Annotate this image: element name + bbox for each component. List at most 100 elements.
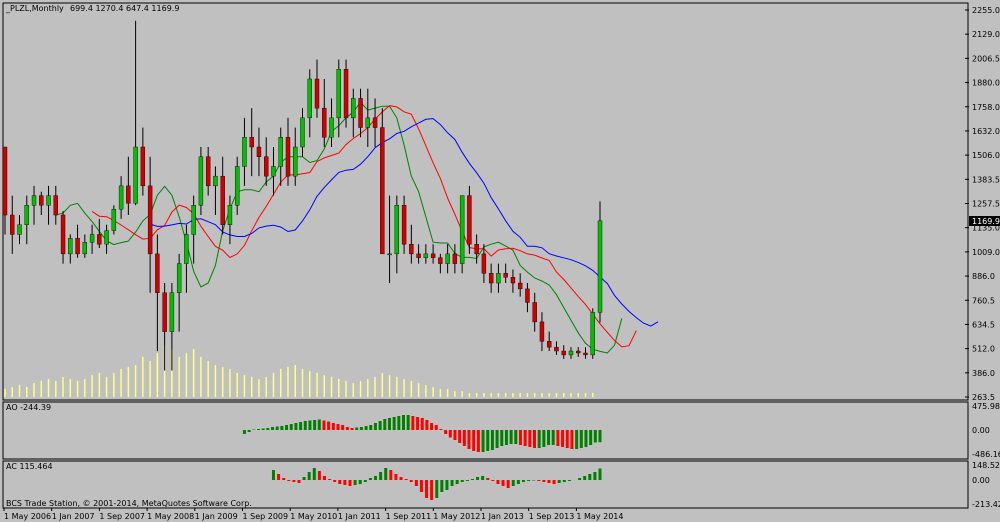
- ac-tick-label: 148.528: [972, 461, 1000, 470]
- candle-body: [445, 253, 450, 264]
- candle-body: [285, 137, 291, 177]
- candle-body: [278, 137, 283, 167]
- candle-body: [503, 273, 508, 278]
- candle-body: [118, 185, 124, 210]
- candle-body: [387, 253, 392, 256]
- candle-body: [155, 253, 160, 293]
- time-tick-label: 1 Jan 2011: [338, 512, 381, 521]
- candle-body: [300, 117, 305, 148]
- chart-canvas[interactable]: 2255.0 2129.0 2006.5 1880.0 1758.0 1632.0 1506…: [0, 0, 1000, 522]
- candle-body: [517, 282, 523, 290]
- candle-body: [532, 302, 537, 323]
- candle-body: [351, 98, 356, 119]
- candle-body: [184, 234, 189, 264]
- candle-body: [423, 253, 429, 258]
- candle-body: [140, 146, 146, 187]
- candle-body: [459, 195, 465, 264]
- candle-body: [205, 156, 211, 187]
- candle-body: [31, 195, 37, 206]
- ao-tick-label: 475.98: [972, 402, 1000, 411]
- candle-body: [133, 146, 138, 204]
- price-tick-label: 634.5: [972, 320, 995, 329]
- candle-body: [597, 220, 603, 313]
- time-tick-label: 1 May 2010: [290, 512, 337, 521]
- candle-body: [372, 117, 378, 128]
- candle-body: [554, 346, 559, 352]
- volume-bars: [4, 345, 594, 397]
- symbol-title: _PLZL,Monthly: [5, 4, 64, 13]
- candle-body: [525, 288, 530, 303]
- ao-histogram: [242, 415, 602, 452]
- price-tick-label: 1009.0: [972, 248, 1000, 257]
- candle-body: [169, 292, 175, 332]
- ao-label: AO -244.39: [6, 403, 51, 412]
- time-tick-label: 1 Jan 2009: [195, 512, 238, 521]
- candle-body: [467, 195, 472, 245]
- time-tick-label: 1 Jan 2007: [52, 512, 95, 521]
- candle-body: [394, 205, 400, 255]
- candle-body: [111, 208, 117, 231]
- candle-body: [191, 205, 196, 235]
- price-tick-label: 1758.0: [972, 103, 1000, 112]
- candle-body: [10, 214, 15, 235]
- price-tick-label: 1880.0: [972, 79, 1000, 88]
- ao-panel-frame: [2, 401, 969, 460]
- candle-body: [242, 137, 247, 167]
- price-tick-label: 2006.5: [972, 54, 1000, 63]
- ma-fast-line: [55, 101, 623, 354]
- candle-body: [547, 341, 552, 348]
- candle-body: [60, 214, 66, 255]
- candle-body: [430, 253, 436, 258]
- candle-body: [488, 273, 494, 284]
- price-axis: 2255.0 2129.0 2006.5 1880.0 1758.0 1632.0 1506…: [965, 6, 1000, 509]
- chart-window[interactable]: 2255.0 2129.0 2006.5 1880.0 1758.0 1632.0 1506…: [0, 0, 1000, 522]
- ac-tick-label: 0.00: [972, 476, 990, 485]
- price-tick-label: 1506.0: [972, 151, 1000, 160]
- candle-body: [481, 253, 487, 274]
- ao-tick-label: -486.16: [972, 450, 1000, 459]
- candle-body: [539, 321, 545, 342]
- moving-averages: [55, 101, 659, 354]
- price-tick-label: 386.0: [972, 369, 995, 378]
- time-axis: 1 May 2006 1 Jan 2007 1 Sep 2007 1 May 2008…: [3, 508, 623, 521]
- candle-body: [358, 98, 363, 128]
- candle-body: [452, 253, 458, 264]
- candle-body: [24, 205, 29, 225]
- candle-body: [264, 156, 269, 177]
- ohlc-values: 699.4 1270.4 647.4 1169.9: [70, 4, 179, 13]
- candle-body: [126, 185, 131, 204]
- candle-body: [438, 257, 443, 264]
- ac-histogram: [271, 468, 602, 500]
- time-tick-label: 1 Sep 2013: [529, 512, 575, 521]
- candle-body: [227, 205, 233, 225]
- candle-body: [583, 352, 588, 356]
- price-tick-label: 263.5: [972, 393, 995, 402]
- candle-body: [2, 146, 8, 216]
- price-tick-label: 1383.5: [972, 175, 1000, 184]
- candle-body: [271, 166, 276, 177]
- time-tick-label: 1 May 2014: [576, 512, 623, 521]
- candle-body: [496, 273, 501, 284]
- copyright-footer: BCS Trade Station, © 2001-2014, MetaQuot…: [6, 499, 252, 508]
- time-tick-label: 1 Jan 2013: [481, 512, 524, 521]
- candle-body: [75, 238, 80, 255]
- candle-body: [39, 195, 44, 206]
- candlesticks: [2, 20, 603, 371]
- candle-body: [416, 253, 421, 258]
- candle-body: [89, 234, 95, 243]
- candle-body: [46, 195, 51, 206]
- candle-body: [147, 185, 153, 255]
- candle-body: [343, 69, 349, 119]
- time-tick-label: 1 Sep 2009: [243, 512, 289, 521]
- candle-body: [336, 69, 341, 119]
- candle-body: [401, 205, 407, 245]
- price-tick-label: 886.0: [972, 272, 995, 281]
- time-tick-label: 1 Sep 2011: [386, 512, 432, 521]
- main-panel-frame: [2, 2, 969, 401]
- candle-body: [176, 263, 182, 293]
- ac-label: AC 115.464: [6, 462, 53, 471]
- candle-body: [576, 350, 581, 354]
- candle-body: [198, 156, 204, 206]
- price-tick-label: 2255.0: [972, 6, 1000, 15]
- candle-body: [256, 146, 262, 157]
